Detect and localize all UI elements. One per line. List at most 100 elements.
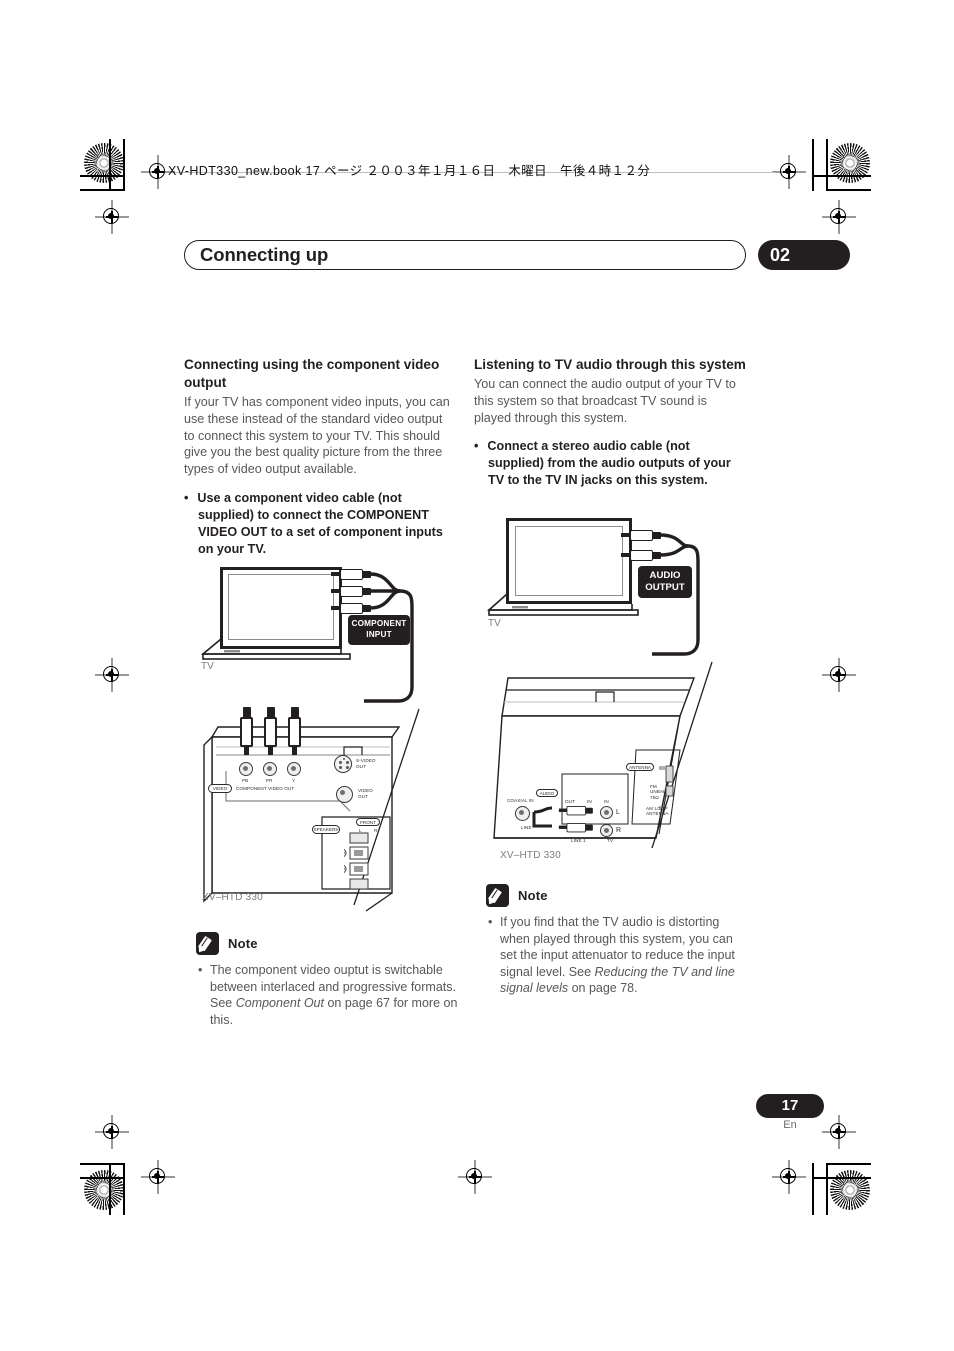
tv-perspective-left — [200, 638, 351, 660]
video-out-jack — [336, 786, 353, 803]
registration-rosette-bottom-left — [84, 1170, 124, 1210]
component-input-badge-line1: COMPONENT — [351, 619, 407, 628]
right-section-heading: Listening to TV audio through this syste… — [474, 357, 746, 372]
note-label-left: Note — [228, 936, 258, 951]
registration-mark-left-upper — [95, 200, 129, 234]
component-input-badge-line2: INPUT — [366, 630, 392, 639]
jack-y-label: Y — [292, 778, 296, 783]
in-right-label: IN — [604, 799, 609, 804]
jack-y — [287, 762, 301, 776]
s-video-out-label-1: S-VIDEO — [356, 758, 376, 763]
tv-jacks-label: TV — [607, 838, 614, 843]
note-text-italic: Component Out — [235, 996, 324, 1011]
s-video-out-label-2: OUT — [356, 764, 366, 769]
left-note-block: Note The component video ouptut is switc… — [196, 932, 458, 1028]
left-section-heading: Connecting using the component video out… — [184, 357, 440, 390]
s-video-out-jack — [334, 755, 352, 773]
crop-mark-top-right-b — [812, 139, 814, 191]
note-header-left: Note — [196, 932, 458, 955]
registration-mark-bottom-left — [141, 1160, 175, 1194]
page-language: En — [783, 1119, 797, 1131]
line1-label: LINE 1 — [571, 838, 586, 843]
channel-r-label: R — [616, 827, 622, 834]
tv-in-left-jack — [600, 806, 613, 819]
note-item: If you find that the TV audio is distort… — [486, 914, 752, 997]
component-input-badge: COMPONENT INPUT — [348, 615, 410, 645]
left-column: Connecting using the component video out… — [184, 356, 456, 558]
jack-pr — [263, 762, 277, 776]
chapter-badge: 02 — [758, 240, 850, 270]
crop-mark-top-left-c — [80, 189, 125, 191]
antenna-badge: ANTENNA — [626, 763, 654, 771]
channel-l-label: L — [616, 809, 620, 816]
jack-pb-label: PB — [242, 778, 249, 783]
registration-rosette-top-right — [830, 143, 870, 183]
component-video-out-label: COMPONENT VIDEO OUT — [236, 786, 295, 791]
pencil-icon — [196, 932, 219, 955]
registration-mark-right-middle — [822, 658, 856, 692]
left-bullet-text: Use a component video cable (not supplie… — [197, 490, 443, 556]
unit-body-left — [203, 708, 420, 912]
crop-mark-bottom-left-c — [80, 1163, 125, 1165]
crop-mark-bottom-right-a — [826, 1163, 828, 1215]
right-note-block: Note If you find that the TV audio is di… — [486, 884, 752, 997]
tv-label-right: TV — [488, 618, 501, 629]
crop-mark-top-right-d — [812, 175, 871, 177]
registration-rosette-top-left — [84, 143, 124, 183]
crop-mark-bottom-left-b — [123, 1163, 125, 1215]
pencil-icon — [486, 884, 509, 907]
bullet-marker: • — [474, 439, 479, 454]
page-number: 17 — [781, 1097, 799, 1114]
left-section-paragraph: If your TV has component video inputs, y… — [184, 395, 450, 477]
front-badge: FRONT — [356, 818, 380, 826]
crop-mark-top-right-a — [826, 139, 828, 191]
right-section-paragraph: You can connect the audio output of your… — [474, 377, 736, 425]
unit-name-left: XV–HTD 330 — [202, 892, 263, 903]
tv-screen-right — [515, 526, 623, 596]
note-list-right: If you find that the TV audio is distort… — [486, 914, 752, 997]
registration-mark-left-middle — [95, 658, 129, 692]
note-header-right: Note — [486, 884, 752, 907]
registration-mark-bottom-right — [772, 1160, 806, 1194]
crop-mark-bottom-right-c — [826, 1163, 871, 1165]
chapter-number: 02 — [770, 245, 791, 265]
right-bullet-text: Connect a stereo audio cable (not suppli… — [487, 439, 731, 488]
speakers-badge: SPEAKERS — [312, 825, 340, 834]
crop-mark-top-left-b — [123, 139, 125, 191]
unit-name-right: XV–HTD 330 — [500, 850, 561, 861]
audio-output-badge: AUDIO OUTPUT — [638, 566, 692, 598]
page-title: Connecting up — [200, 244, 329, 265]
video-out-label-2: OUT — [358, 794, 368, 799]
tv-in-right-jack — [600, 824, 613, 837]
print-file-header: XV-HDT330_new.book 17 ページ ２００３年１月１６日 木曜日… — [168, 164, 651, 178]
audio-output-badge-line1: AUDIO — [649, 570, 681, 581]
crop-mark-bottom-right-d — [812, 1177, 871, 1179]
crop-mark-top-left-d — [80, 175, 125, 177]
coaxial-in-jack — [515, 806, 530, 821]
registration-mark-right-upper — [822, 200, 856, 234]
crop-mark-top-left — [109, 139, 111, 191]
registration-mark-left-lower — [95, 1115, 129, 1149]
video-out-label-1: VIDEO — [358, 788, 373, 793]
jack-pr-label: PR — [266, 778, 273, 783]
right-column: Listening to TV audio through this syste… — [474, 356, 746, 489]
tv-label-left: TV — [201, 661, 214, 672]
document-page: XV-HDT330_new.book 17 ページ ２００３年１月１６日 木曜日… — [0, 0, 954, 1351]
crop-mark-bottom-right-b — [812, 1163, 814, 1215]
tv-screen-left — [228, 574, 334, 640]
left-bullet-instruction: • Use a component video cable (not suppli… — [184, 490, 456, 558]
registration-mark-right-lower — [822, 1115, 856, 1149]
figure-component-video-connection: TV COMPONENT INPUT PB PR Y VIDEO COMPONE… — [184, 555, 456, 920]
registration-mark-top-right — [772, 155, 806, 189]
in-label: IN — [587, 799, 592, 804]
out-label: OUT — [565, 799, 575, 804]
video-badge-left: VIDEO — [208, 784, 232, 793]
note-list-left: The component video ouptut is switchable… — [196, 961, 458, 1028]
registration-rosette-bottom-right — [830, 1170, 870, 1210]
crop-mark-bottom-left-a — [109, 1163, 111, 1215]
note-item: The component video ouptut is switchable… — [196, 961, 458, 1028]
audio-badge-right: AUDIO — [536, 789, 558, 797]
figure-tv-audio-connection: TV AUDIO OUTPUT COAXIAL IN LINE AUDIO OU… — [474, 508, 746, 863]
note-label-right: Note — [518, 888, 548, 903]
crop-mark-bottom-left-d — [80, 1177, 125, 1179]
